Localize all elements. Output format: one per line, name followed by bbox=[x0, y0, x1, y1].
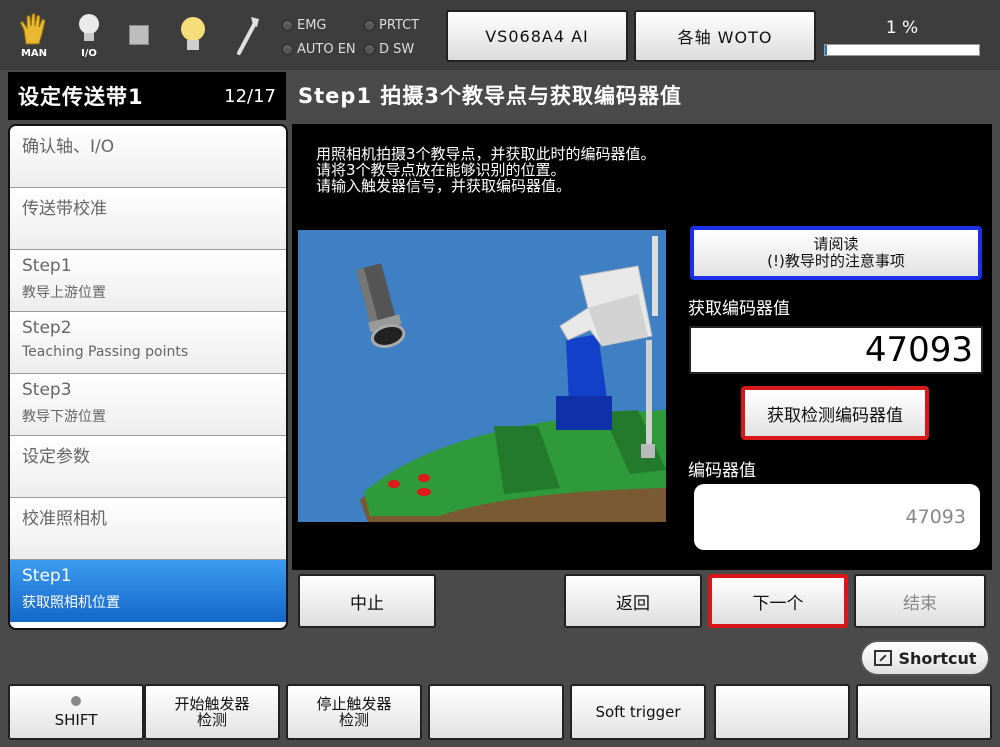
robot-scene-illustration bbox=[298, 230, 666, 522]
page-title: Step1 拍摄3个教导点与获取编码器值 bbox=[298, 84, 682, 108]
prtct-lamp: PRTCT bbox=[364, 18, 419, 33]
wrench-icon[interactable] bbox=[228, 8, 268, 62]
encoder-value-display: 47093 bbox=[694, 484, 980, 550]
mode-label: MAN bbox=[20, 47, 48, 59]
status-bar: MAN I/O EMG PRTCT AUTO EN D SW VS068A4 A… bbox=[0, 0, 1000, 70]
get-encoder-label: 获取编码器值 bbox=[688, 299, 790, 319]
step-item-passing[interactable]: Step2 Teaching Passing points bbox=[10, 312, 286, 374]
stop-icon[interactable] bbox=[124, 8, 154, 62]
robot-type-button[interactable]: VS068A4 AI bbox=[446, 10, 628, 62]
hand-icon bbox=[20, 12, 46, 44]
start-trigger-detect-key[interactable]: 开始触发器 检测 bbox=[144, 684, 280, 740]
dsw-lamp: D SW bbox=[364, 42, 414, 57]
function-key-7[interactable] bbox=[856, 684, 992, 740]
coordinate-button[interactable]: 各轴 WOTO bbox=[634, 10, 816, 62]
emg-lamp: EMG bbox=[282, 18, 327, 33]
step-item-parameters[interactable]: 设定参数 bbox=[10, 436, 286, 498]
step-item-downstream[interactable]: Step3 教导下游位置 bbox=[10, 374, 286, 436]
abort-button[interactable]: 中止 bbox=[298, 574, 436, 628]
shortcut-arrow-icon bbox=[873, 650, 892, 666]
shift-indicator-icon bbox=[71, 696, 81, 706]
step-list: 确认轴、I/O 传送带校准 Step1 教导上游位置 Step2 Teachin… bbox=[8, 124, 288, 630]
step-item-conveyor-calibration[interactable]: 传送带校准 bbox=[10, 188, 286, 250]
soft-trigger-key[interactable]: Soft trigger bbox=[570, 684, 706, 740]
lightbulb-icon bbox=[79, 13, 99, 41]
step-item-camera-calibration[interactable]: 校准照相机 bbox=[10, 498, 286, 560]
notice-read-button[interactable]: 请阅读 (!)教导时的注意事项 bbox=[690, 226, 982, 280]
next-button[interactable]: 下一个 bbox=[708, 574, 848, 628]
encoder-value-field[interactable]: 47093 bbox=[689, 326, 983, 374]
content-panel: 用照相机拍摄3个教导点，并获取此时的编码器值。 请将3个教导点放在能够识别的位置… bbox=[292, 124, 992, 570]
stop-trigger-detect-key[interactable]: 停止触发器 检测 bbox=[286, 684, 422, 740]
lightbulb-on-icon bbox=[181, 17, 205, 50]
function-key-4[interactable] bbox=[428, 684, 564, 740]
description-line: 用照相机拍摄3个教导点，并获取此时的编码器值。 bbox=[316, 145, 656, 163]
lamp-icon[interactable] bbox=[176, 8, 210, 62]
step-item-confirm-axis[interactable]: 确认轴、I/O bbox=[10, 126, 286, 188]
description-line: 请输入触发器信号，并获取编码器值。 bbox=[316, 177, 572, 195]
manual-mode-icon[interactable]: MAN bbox=[14, 8, 54, 62]
shortcut-button[interactable]: Shortcut bbox=[860, 640, 990, 676]
speed-bar[interactable] bbox=[824, 44, 980, 56]
finish-button[interactable]: 结束 bbox=[854, 574, 986, 628]
io-icon[interactable]: I/O bbox=[74, 8, 104, 62]
auto-en-lamp: AUTO EN bbox=[282, 42, 356, 57]
get-detect-encoder-button[interactable]: 获取检测编码器值 bbox=[741, 386, 929, 440]
wizard-title: 设定传送带1 bbox=[18, 85, 144, 109]
shift-key[interactable]: SHIFT bbox=[8, 684, 144, 740]
step-item-upstream[interactable]: Step1 教导上游位置 bbox=[10, 250, 286, 312]
step-item-camera-position[interactable]: Step1 获取照相机位置 bbox=[10, 560, 286, 622]
wizard-header: 设定传送带1 12/17 bbox=[8, 72, 286, 120]
scara-robot-conveyor-image bbox=[298, 230, 666, 522]
function-key-6[interactable] bbox=[714, 684, 850, 740]
io-label: I/O bbox=[81, 47, 97, 59]
description-line: 请将3个教导点放在能够识别的位置。 bbox=[316, 161, 566, 179]
encoder-value-label: 编码器值 bbox=[688, 461, 756, 481]
back-button[interactable]: 返回 bbox=[564, 574, 702, 628]
speed-label: 1 % bbox=[885, 18, 919, 38]
speed-bar-fill bbox=[825, 45, 828, 55]
page-counter: 12/17 bbox=[224, 85, 276, 107]
